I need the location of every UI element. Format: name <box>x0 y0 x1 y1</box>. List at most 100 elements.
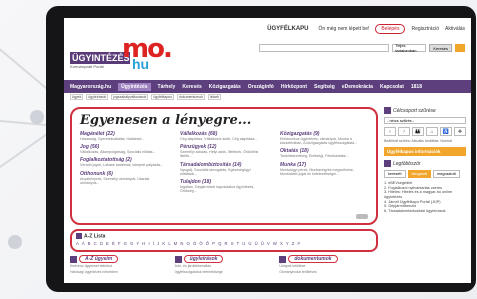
card-title[interactable]: ügyleírások <box>183 255 224 263</box>
bottom-card: ügyleírások Adó- és járulékbevallás ügyfél… <box>174 255 274 283</box>
audience-filter-title: Célcsoport szűrése <box>393 107 436 114</box>
audience-filter-icon[interactable]: ♿ <box>440 127 452 136</box>
card-title[interactable]: dokumentumok <box>288 255 338 263</box>
popular-tabs: keresett látogatott megosztott <box>384 170 466 179</box>
subnav-item[interactable]: ügyek <box>70 94 84 100</box>
popular-item[interactable]: 6. Társadalombiztosítási ügyleírások <box>384 209 466 214</box>
panel-title: Egyenesen a lényegre... <box>80 113 252 128</box>
category-desc: Házasság, Gyermekvállalás, Haláleset... <box>80 137 145 141</box>
subnav-item[interactable]: jogszabályváltozások <box>111 94 149 100</box>
nav-item[interactable]: 1818 <box>411 84 422 90</box>
sub-nav: ügyek ügyleírások jogszabályváltozások ügyf… <box>64 93 471 101</box>
category-desc: Tankötelezettség, Érettségi, Felsőoktatá… <box>280 154 349 159</box>
page-background: ÜGYFÉLKAPU Ön még nem lépett be! Belépés… <box>0 0 477 299</box>
category-item[interactable]: Jog (56) Vállalkozás, Állampolgárság, Szo… <box>80 144 168 154</box>
audience-filter-icon[interactable]: ♀ <box>384 127 396 136</box>
most-popular-title: Legtöbbször <box>393 160 421 167</box>
category-item[interactable]: Otthonunk (6) Anyakönyvek, Személyi okmán… <box>80 171 168 185</box>
logo-subtitle: Kormányzati Portál <box>70 64 104 69</box>
category-item[interactable]: Vállalkozás (68) Cég alapítása, Vállalkoz… <box>180 131 268 141</box>
nav-item[interactable]: Keresés <box>182 84 201 90</box>
nav-item[interactable]: eDemokrácia <box>342 84 373 90</box>
register-link[interactable]: Regisztráció <box>411 26 439 32</box>
category-item[interactable]: Pénzügyek (12) Személyi adózás, Helyi adó… <box>180 144 268 158</box>
bottom-cards: A-Z ügyeim Kedvenc ügyeimet tekintsd Hatós… <box>70 255 378 283</box>
popular-item[interactable]: 3. Hiteles: Hiteles és a magyar-hu onlin… <box>384 190 466 199</box>
nav-item[interactable]: Hírközpont <box>281 84 307 90</box>
subnav-item[interactable]: linkek <box>207 94 221 100</box>
nav-item[interactable]: Közigazgatás <box>209 84 241 90</box>
audience-filter-icon[interactable]: 👪 <box>412 127 424 136</box>
category-item[interactable]: Foglalkoztatottság (2) Véradó jogok, Laká… <box>80 157 168 167</box>
nav-item[interactable]: Ügyintézés <box>118 82 151 91</box>
az-letters[interactable]: A Á B C D E É F G G Y H I Í J K L M N O … <box>76 241 372 246</box>
ugyfelkapu-brand[interactable]: ÜGYFÉLKAPU <box>267 26 308 32</box>
nav-item[interactable]: Segítség <box>314 84 335 90</box>
nav-item[interactable]: Tárhely <box>158 84 176 90</box>
category-item[interactable]: Magánélet (22) Házasság, Gyermekvállalás,… <box>80 131 168 141</box>
audience-icons: ♀ ♂ 👪 ⌂ ♿ ✚ <box>384 127 466 136</box>
search-scope-select[interactable]: Teljes tartalomban <box>392 43 427 53</box>
login-link[interactable]: Belépés <box>375 24 406 34</box>
audience-filter-icon[interactable]: ♂ <box>398 127 410 136</box>
card-link[interactable]: Űrlapok letöltése <box>279 264 378 269</box>
card-link[interactable]: Okmányirodai letöltések <box>279 270 378 275</box>
audience-select[interactable]: - nincs szűrés - <box>384 117 466 124</box>
popular-tab[interactable]: megosztott <box>433 170 460 179</box>
category-desc: Cég alapítása, Vállalkozói adók, Cég ala… <box>180 137 258 141</box>
browser-viewport: ÜGYFÉLKAPU Ön még nem lépett be! Belépés… <box>64 18 471 283</box>
rss-icon[interactable] <box>455 44 465 52</box>
audience-filter-icon[interactable]: ⌂ <box>426 127 438 136</box>
category-column: Közigazgatás (9) Elektronikus ügyintézés,… <box>280 131 368 196</box>
az-list-label: A-Z Lista <box>76 233 372 239</box>
ugyfelkapu-info-button[interactable]: Ügyfélkapus információk <box>384 147 466 157</box>
chart-icon <box>384 160 391 168</box>
search-input[interactable] <box>259 44 390 52</box>
subnav-item[interactable]: dokumentumok <box>177 94 205 100</box>
category-item[interactable]: Tulajdon (18) Ingatlan, Gépjárművel kapcs… <box>180 179 268 193</box>
category-column: Magánélet (22) Házasság, Gyermekvállalás,… <box>80 131 168 196</box>
audience-filter-icon[interactable]: ✚ <box>454 127 466 136</box>
category-desc: Munkaügyi perek, Munkavégzés megszűnése,… <box>280 167 354 176</box>
category-item[interactable]: Társadalombiztosítás (14) Nyugdíj, Szociá… <box>180 162 268 176</box>
category-desc: Véradó jogok, Lakásé tartalmak, kiterjed… <box>80 163 164 168</box>
decor-dot <box>30 110 44 124</box>
popular-tab[interactable]: látogatott <box>407 170 432 179</box>
bottom-card: dokumentumok Űrlapok letöltése Okmányiroda… <box>279 255 378 283</box>
card-icon <box>70 255 77 263</box>
card-link[interactable]: Adó- és járulékbevallás <box>175 264 274 269</box>
category-desc: Anyakönyvek, Személyi okmányok, Utazási … <box>80 176 150 185</box>
card-link[interactable]: Kedvenc ügyeimet tekintsd <box>70 264 169 269</box>
site-header: ÜGYINTÉZÉS Kormányzati Portál mo. hu Tel… <box>64 34 471 80</box>
sidebar: Célcsoport szűrése - nincs szűrés - ♀ ♂ 👪 ⌂… <box>384 107 466 217</box>
nav-item[interactable]: Kapcsolat <box>380 84 404 90</box>
subnav-item[interactable]: ügyfélkapus <box>151 94 175 100</box>
nav-item[interactable]: Magyarország.hu <box>70 84 111 90</box>
card-link[interactable]: Hatósági ügyintézés bővebben <box>70 270 169 275</box>
category-item[interactable]: Közigazgatás (9) Elektronikus ügyintézés,… <box>280 131 368 145</box>
card-link[interactable]: ügyfélszolgálatok elérhetősége <box>175 270 274 275</box>
logo-name: ÜGYINTÉZÉS <box>70 52 130 64</box>
category-item[interactable]: Oktatás (18) Tankötelezettség, Érettségi,… <box>280 148 368 158</box>
category-desc: Elektronikus ügyintézés, okmányok, Munka… <box>280 137 358 146</box>
card-icon <box>174 255 182 263</box>
logo-hu: hu <box>132 56 150 72</box>
nav-item[interactable]: Országinfó <box>248 84 274 90</box>
subnav-item[interactable]: ügyleírások <box>86 94 109 100</box>
main-nav: Magyarország.hu Ügyintézés Tárhely Keresés K… <box>64 80 471 93</box>
bottom-card: A-Z ügyeim Kedvenc ügyeimet tekintsd Hatós… <box>70 255 169 283</box>
filter-icon <box>384 107 391 114</box>
activate-link[interactable]: Aktiválás <box>445 26 465 32</box>
most-popular: Legtöbbször keresett látogatott megosztott… <box>384 160 466 213</box>
category-item[interactable]: Munka (17) Munkaügyi perek, Munkavégzés m… <box>280 162 368 176</box>
popular-tab[interactable]: keresett <box>384 170 406 179</box>
category-desc: Ingatlan, Gépjárművel kapcsolatos ügyint… <box>180 185 255 194</box>
more-button[interactable] <box>356 214 368 219</box>
category-desc: Személyi adózás, Helyi adók, Illetékek, … <box>180 150 259 159</box>
category-desc: Vállalkozás, Állampolgárság, Szociális e… <box>80 150 156 155</box>
card-title[interactable]: A-Z ügyeim <box>79 255 119 263</box>
filter-note: Beállított szűrés: Aktuális beállítás: N… <box>384 139 452 143</box>
audience-filter: Célcsoport szűrése - nincs szűrés - ♀ ♂ 👪 ⌂… <box>384 107 466 143</box>
search-button[interactable]: Keresés <box>429 44 452 52</box>
category-column: Vállalkozás (68) Cég alapítása, Vállalkoz… <box>180 131 268 196</box>
